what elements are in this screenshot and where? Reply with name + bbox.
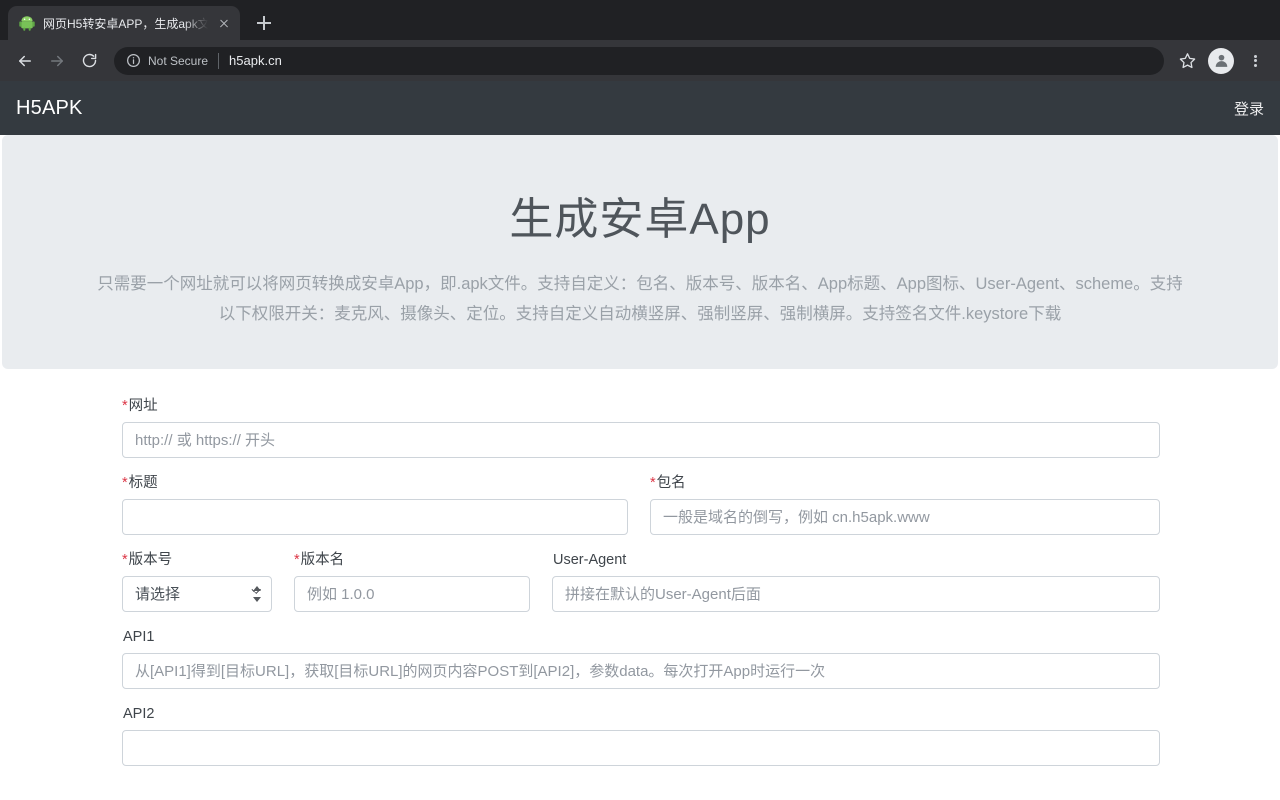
field-title: *标题: [122, 474, 628, 535]
label-api2: API2: [122, 705, 1160, 723]
back-button[interactable]: [10, 46, 40, 76]
toolbar-actions: [1172, 46, 1270, 76]
android-robot-favicon: [19, 16, 35, 31]
profile-button[interactable]: [1206, 46, 1236, 76]
bookmark-button[interactable]: [1172, 46, 1202, 76]
three-dot-menu-icon: [1247, 53, 1263, 69]
label-version-name-text: 版本名: [300, 552, 345, 568]
hero-description: 只需要一个网址就可以将网页转换成安卓App，即.apk文件。支持自定义：包名、版…: [97, 275, 1183, 323]
api1-input[interactable]: [122, 653, 1160, 689]
required-marker: *: [122, 475, 128, 491]
label-version-code: *版本号: [122, 551, 272, 569]
reload-button[interactable]: [74, 46, 104, 76]
label-url-text: 网址: [128, 398, 158, 414]
forward-icon: [51, 55, 63, 66]
field-user-agent: User-Agent: [552, 551, 1160, 612]
new-tab-button[interactable]: [250, 9, 278, 37]
label-api1: API1: [122, 628, 1160, 646]
row-version-ua: *版本号 请选择 *版本名 User-Agent: [122, 551, 1160, 628]
version-code-select[interactable]: 请选择: [122, 576, 272, 612]
page-viewport: H5APK 登录 生成安卓App 只需要一个网址就可以将网页转换成安卓App，即…: [0, 81, 1280, 800]
title-input[interactable]: [122, 499, 628, 535]
label-package-text: 包名: [656, 475, 686, 491]
login-link[interactable]: 登录: [1234, 98, 1264, 119]
person-icon: [1215, 54, 1227, 67]
required-marker: *: [650, 475, 656, 491]
label-version-name: *版本名: [294, 551, 530, 569]
label-title: *标题: [122, 474, 628, 492]
row-title-package: *标题 *包名: [122, 474, 1160, 551]
required-marker: *: [294, 552, 300, 568]
site-navbar: H5APK 登录: [0, 81, 1280, 135]
url-input[interactable]: [122, 422, 1160, 458]
browser-menu-button[interactable]: [1240, 46, 1270, 76]
info-circle-icon[interactable]: [126, 53, 141, 68]
required-marker: *: [122, 398, 128, 414]
label-user-agent: User-Agent: [552, 551, 1160, 569]
browser-tab[interactable]: 网页H5转安卓APP，生成apk文: [8, 6, 240, 40]
field-api2: API2: [122, 705, 1160, 766]
page-title: 生成安卓App: [509, 195, 771, 244]
security-status: Not Secure: [148, 53, 209, 68]
label-user-agent-text: User-Agent: [553, 552, 627, 568]
close-tab-icon[interactable]: [216, 15, 232, 31]
label-api1-text: API1: [123, 629, 155, 645]
apk-generator-form: *网址 *标题 *包名 *版本号: [0, 369, 1280, 766]
star-icon: [1179, 53, 1195, 69]
forward-button[interactable]: [42, 46, 72, 76]
reload-icon: [82, 53, 96, 68]
required-marker: *: [122, 552, 128, 568]
user-agent-input[interactable]: [552, 576, 1160, 612]
address-bar[interactable]: Not Secure h5apk.cn: [114, 46, 1164, 75]
version-name-input[interactable]: [294, 576, 530, 612]
label-api2-text: API2: [123, 706, 155, 722]
site-brand[interactable]: H5APK: [16, 97, 83, 120]
field-version-code: *版本号 请选择: [122, 551, 272, 612]
hero-section: 生成安卓App 只需要一个网址就可以将网页转换成安卓App，即.apk文件。支持…: [2, 135, 1278, 369]
version-code-select-wrap: 请选择: [122, 576, 272, 612]
browser-toolbar: Not Secure h5apk.cn: [0, 40, 1280, 81]
tab-title: 网页H5转安卓APP，生成apk文: [43, 16, 208, 31]
tab-strip: 网页H5转安卓APP，生成apk文: [0, 0, 1280, 40]
field-url: *网址: [122, 397, 1160, 458]
label-version-code-text: 版本号: [128, 552, 173, 568]
field-api1: API1: [122, 628, 1160, 689]
package-input[interactable]: [650, 499, 1160, 535]
label-title-text: 标题: [128, 475, 158, 491]
api2-input[interactable]: [122, 730, 1160, 766]
field-version-name: *版本名: [294, 551, 530, 612]
back-icon: [19, 55, 31, 66]
profile-avatar-icon: [1208, 47, 1234, 74]
field-package: *包名: [650, 474, 1160, 535]
url-text: h5apk.cn: [229, 53, 282, 68]
omnibox-divider: [218, 52, 220, 69]
label-package: *包名: [650, 474, 1160, 492]
browser-window: 网页H5转安卓APP，生成apk文 Not Secure h5apk.cn H5…: [0, 0, 1280, 800]
label-url: *网址: [122, 397, 1160, 415]
